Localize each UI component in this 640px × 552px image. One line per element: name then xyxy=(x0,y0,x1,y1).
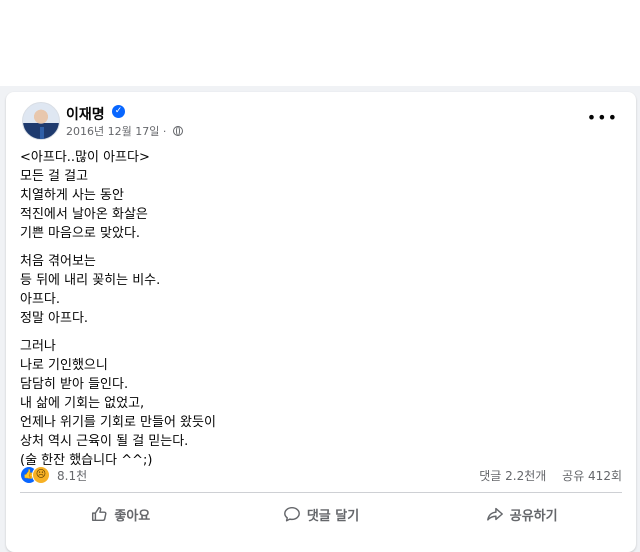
post-card: 이재명 ✓ 2016년 12월 17일 · ••• <아프다..많이 아프다> … xyxy=(6,92,636,552)
post-line: 처음 겪어보는 xyxy=(20,254,96,269)
meta-separator: · xyxy=(162,125,170,138)
paragraph: 처음 겪어보는 등 뒤에 내리 꽂히는 비수. 아프다. 정말 아프다. xyxy=(20,252,580,328)
post-stats: 👍 ☹ 8.1천 댓글 2.2천개 공유 412회 xyxy=(20,464,622,486)
globe-icon xyxy=(172,126,183,136)
post-line: 아프다. xyxy=(20,292,61,307)
post-line: 상처 역시 근육이 될 걸 믿는다. xyxy=(20,434,189,449)
post-line: <아프다..많이 아프다> xyxy=(20,150,150,165)
share-icon xyxy=(486,507,503,521)
divider xyxy=(20,492,622,493)
post-line: 그러나 xyxy=(20,339,56,354)
top-blank-area xyxy=(0,0,640,86)
post-line: 등 뒤에 내리 꽂히는 비수. xyxy=(20,273,161,288)
shares-count[interactable]: 공유 412회 xyxy=(562,469,622,483)
comment-label: 댓글 달기 xyxy=(306,508,360,524)
post-line: 기쁜 마음으로 맞았다. xyxy=(20,226,141,241)
paragraph: <아프다..많이 아프다> 모든 걸 걸고 치열하게 사는 동안 적진에서 날아… xyxy=(20,148,580,243)
post-date[interactable]: 2016년 12월 17일 xyxy=(66,125,159,138)
post-body: <아프다..많이 아프다> 모든 걸 걸고 치열하게 사는 동안 적진에서 날아… xyxy=(20,148,580,479)
post-line: 모든 걸 걸고 xyxy=(20,169,89,184)
comment-icon xyxy=(283,506,300,522)
post-line: 담담히 받아 들인다. xyxy=(20,377,129,392)
action-bar: 좋아요 댓글 달기 공유하기 xyxy=(20,496,622,532)
more-options-icon[interactable]: ••• xyxy=(587,108,618,127)
post-meta: 2016년 12월 17일 · xyxy=(66,123,183,139)
post-line: 나로 기인했으니 xyxy=(20,358,108,373)
post-line: 정말 아프다. xyxy=(20,311,89,326)
like-label: 좋아요 xyxy=(114,508,151,524)
comment-button[interactable]: 댓글 달기 xyxy=(221,496,422,532)
paragraph: 그러나 나로 기인했으니 담담히 받아 들인다. 내 삶에 기회는 없었고, 언… xyxy=(20,337,580,470)
avatar[interactable] xyxy=(22,102,60,140)
verified-badge-icon: ✓ xyxy=(112,105,125,118)
post-line: 적진에서 날아온 화살은 xyxy=(20,207,148,222)
author-name[interactable]: 이재명 xyxy=(66,104,105,124)
share-label: 공유하기 xyxy=(509,508,558,524)
post-line: 언제나 위기를 기회로 만들어 왔듯이 xyxy=(20,415,216,430)
engagement-counts: 댓글 2.2천개 공유 412회 xyxy=(479,467,622,484)
sad-reaction-icon[interactable]: ☹ xyxy=(32,466,50,484)
post-line: 내 삶에 기회는 없었고, xyxy=(20,396,145,411)
reactions-count[interactable]: 8.1천 xyxy=(57,467,87,484)
post-line: 치열하게 사는 동안 xyxy=(20,188,124,203)
thumbs-up-icon xyxy=(92,506,107,522)
like-button[interactable]: 좋아요 xyxy=(20,496,221,532)
share-button[interactable]: 공유하기 xyxy=(421,496,622,532)
comments-count[interactable]: 댓글 2.2천개 xyxy=(479,469,546,483)
